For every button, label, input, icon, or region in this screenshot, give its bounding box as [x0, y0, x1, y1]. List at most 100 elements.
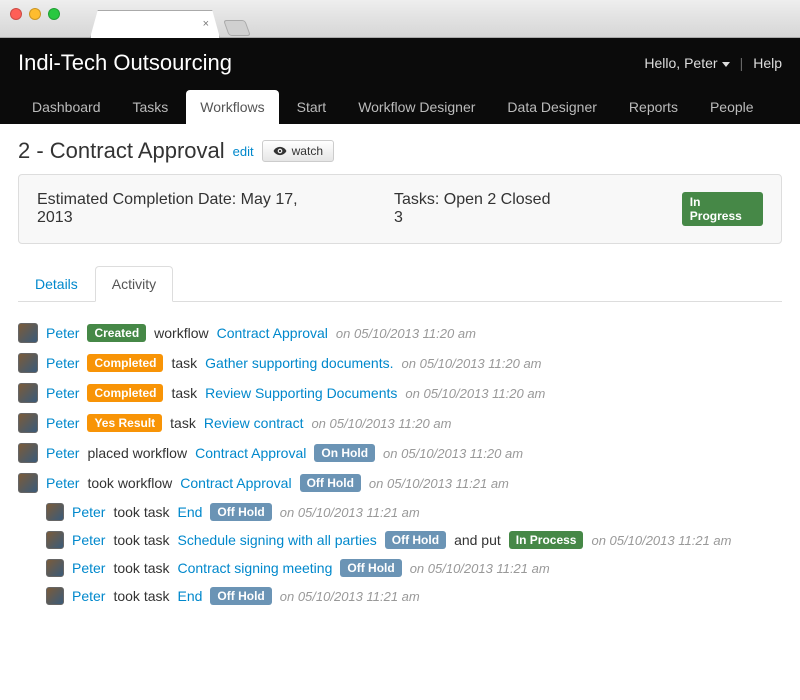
- entity-link[interactable]: Review Supporting Documents: [205, 385, 397, 401]
- avatar[interactable]: [18, 353, 38, 373]
- tab-details[interactable]: Details: [18, 266, 95, 302]
- activity-text: placed workflow: [87, 445, 187, 461]
- entity-link[interactable]: End: [178, 504, 203, 520]
- browser-chrome: ×: [0, 0, 800, 38]
- nav-tab-start[interactable]: Start: [283, 90, 341, 124]
- status-badge: In Progress: [682, 192, 763, 227]
- nav-tab-workflow-designer[interactable]: Workflow Designer: [344, 90, 489, 124]
- nav-tab-people[interactable]: People: [696, 90, 768, 124]
- activity-row: Peter placed workflow Contract Approval On …: [18, 438, 782, 468]
- activity-text: and put: [454, 532, 501, 548]
- avatar[interactable]: [46, 531, 64, 549]
- activity-row: Peter Completed task Review Supporting Docu…: [18, 378, 782, 408]
- tab-activity[interactable]: Activity: [95, 266, 173, 302]
- avatar[interactable]: [18, 473, 38, 493]
- help-link[interactable]: Help: [753, 55, 782, 71]
- window-zoom-icon[interactable]: [48, 8, 60, 20]
- timestamp: on 05/10/2013 11:21 am: [591, 533, 731, 548]
- timestamp: on 05/10/2013 11:20 am: [311, 416, 451, 431]
- avatar[interactable]: [46, 503, 64, 521]
- timestamp: on 05/10/2013 11:21 am: [280, 589, 420, 604]
- avatar[interactable]: [18, 323, 38, 343]
- activity-row: Peter took task End Off Hold on 05/10/2013 1…: [46, 582, 782, 610]
- entity-link[interactable]: Review contract: [204, 415, 304, 431]
- timestamp: on 05/10/2013 11:21 am: [280, 505, 420, 520]
- page-title: 2 - Contract Approval: [18, 138, 225, 164]
- status-pill: Completed: [87, 354, 163, 372]
- user-menu[interactable]: Hello, Peter: [644, 55, 729, 71]
- activity-text: took task: [113, 588, 169, 604]
- activity-text: took task: [113, 504, 169, 520]
- browser-tab[interactable]: ×: [90, 10, 220, 38]
- task-counts: Tasks: Open 2 Closed 3: [394, 191, 562, 227]
- status-pill: Off Hold: [210, 587, 271, 605]
- user-link[interactable]: Peter: [72, 504, 105, 520]
- brand-title: Indi-Tech Outsourcing: [18, 50, 232, 76]
- eye-icon: [273, 144, 287, 158]
- browser-tabstrip: ×: [90, 10, 248, 38]
- content: 2 - Contract Approval edit watch Estimat…: [0, 124, 800, 624]
- nav-tab-tasks[interactable]: Tasks: [119, 90, 183, 124]
- status-pill: On Hold: [314, 444, 375, 462]
- avatar[interactable]: [46, 587, 64, 605]
- window-close-icon[interactable]: [10, 8, 22, 20]
- content-tabs: Details Activity: [18, 266, 782, 302]
- status-pill: Yes Result: [87, 414, 162, 432]
- entity-link[interactable]: Contract Approval: [195, 445, 306, 461]
- user-link[interactable]: Peter: [46, 475, 79, 491]
- nav-tab-dashboard[interactable]: Dashboard: [18, 90, 115, 124]
- status-pill: Off Hold: [210, 503, 271, 521]
- timestamp: on 05/10/2013 11:20 am: [383, 446, 523, 461]
- caret-down-icon: [722, 62, 730, 67]
- activity-text: task: [171, 355, 197, 371]
- activity-row: Peter Yes Result task Review contract on 05/…: [18, 408, 782, 438]
- nav-tab-reports[interactable]: Reports: [615, 90, 692, 124]
- summary-bar: Estimated Completion Date: May 17, 2013 …: [18, 174, 782, 244]
- avatar[interactable]: [18, 443, 38, 463]
- entity-link[interactable]: Contract Approval: [217, 325, 328, 341]
- activity-row: Petertook taskSchedule signing with all …: [46, 526, 782, 554]
- watch-label: watch: [292, 144, 323, 158]
- avatar[interactable]: [46, 559, 64, 577]
- window-minimize-icon[interactable]: [29, 8, 41, 20]
- entity-link[interactable]: Contract signing meeting: [178, 560, 333, 576]
- activity-row: PeterCreatedworkflowContract Approvalon …: [18, 318, 782, 348]
- nav-tab-workflows[interactable]: Workflows: [186, 90, 278, 124]
- status-pill: Off Hold: [385, 531, 446, 549]
- watch-button[interactable]: watch: [262, 140, 334, 162]
- activity-text: task: [171, 385, 197, 401]
- entity-link[interactable]: Schedule signing with all parties: [178, 532, 377, 548]
- status-pill: Completed: [87, 384, 163, 402]
- status-pill: In Process: [509, 531, 584, 549]
- timestamp: on 05/10/2013 11:20 am: [402, 356, 542, 371]
- timestamp: on 05/10/2013 11:20 am: [336, 326, 476, 341]
- activity-text: took workflow: [87, 475, 172, 491]
- status-pill: Off Hold: [340, 559, 401, 577]
- user-link[interactable]: Peter: [72, 560, 105, 576]
- user-link[interactable]: Peter: [46, 415, 79, 431]
- new-tab-button[interactable]: [223, 20, 251, 36]
- site-header: Indi-Tech Outsourcing Hello, Peter | Hel…: [0, 38, 800, 124]
- nav-tab-data-designer[interactable]: Data Designer: [493, 90, 611, 124]
- user-area: Hello, Peter | Help: [644, 55, 782, 71]
- user-link[interactable]: Peter: [72, 532, 105, 548]
- user-link[interactable]: Peter: [46, 325, 79, 341]
- window-controls: [10, 8, 60, 20]
- activity-feed: PeterCreatedworkflowContract Approvalon …: [18, 318, 782, 610]
- completion-date: Estimated Completion Date: May 17, 2013: [37, 191, 334, 227]
- user-link[interactable]: Peter: [46, 445, 79, 461]
- entity-link[interactable]: Contract Approval: [180, 475, 291, 491]
- timestamp: on 05/10/2013 11:20 am: [405, 386, 545, 401]
- edit-link[interactable]: edit: [233, 144, 254, 159]
- avatar[interactable]: [18, 383, 38, 403]
- entity-link[interactable]: Gather supporting documents.: [205, 355, 393, 371]
- user-link[interactable]: Peter: [46, 355, 79, 371]
- activity-text: task: [170, 415, 196, 431]
- tab-close-icon[interactable]: ×: [203, 18, 209, 30]
- activity-row: Petertook workflowContract ApprovalOff H…: [18, 468, 782, 498]
- entity-link[interactable]: End: [178, 588, 203, 604]
- user-link[interactable]: Peter: [46, 385, 79, 401]
- user-link[interactable]: Peter: [72, 588, 105, 604]
- avatar[interactable]: [18, 413, 38, 433]
- page-title-row: 2 - Contract Approval edit watch: [18, 138, 782, 164]
